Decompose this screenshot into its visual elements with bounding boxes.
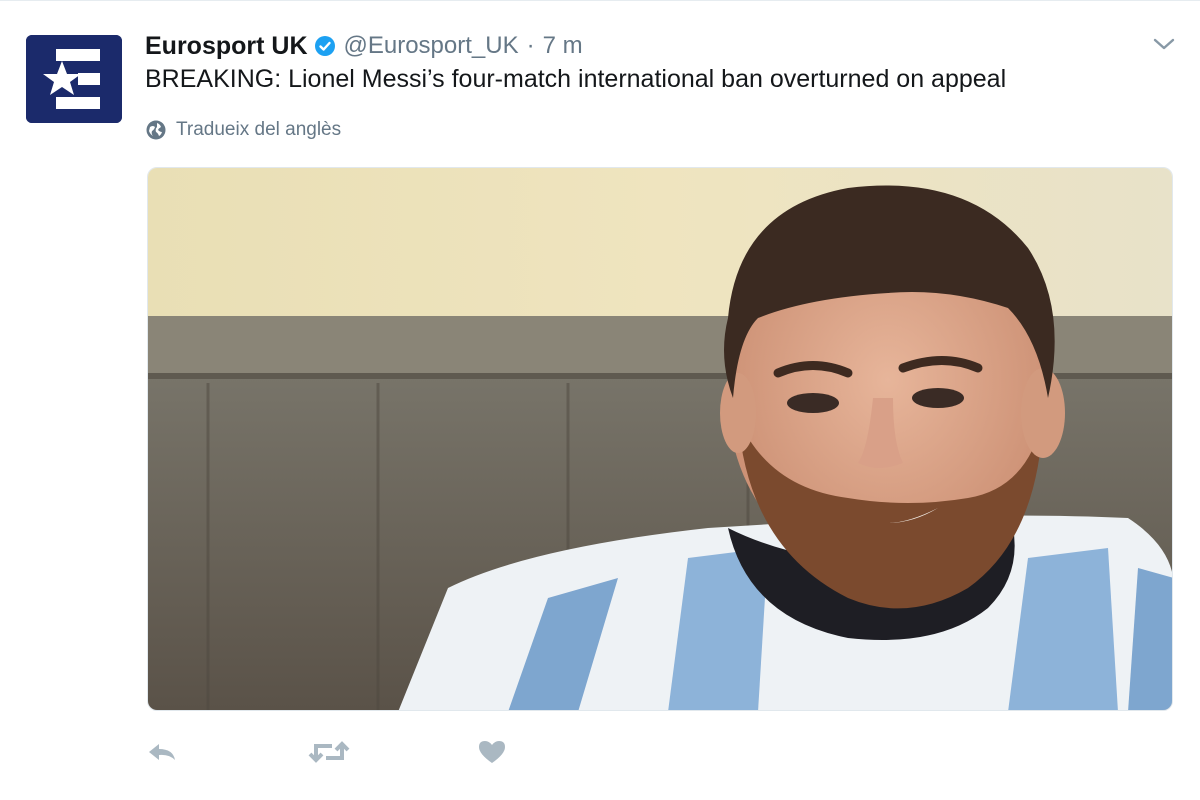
photo-illustration [148,168,1172,710]
globe-icon [145,119,167,141]
timestamp[interactable]: 7 m [543,32,583,60]
translate-link[interactable]: Tradueix del anglès [145,119,341,141]
eurosport-logo-icon [26,35,122,123]
handle[interactable]: @Eurosport_UK [344,32,519,60]
tweet-photo[interactable] [147,167,1173,711]
display-name[interactable]: Eurosport UK [145,32,308,61]
chevron-down-icon[interactable] [1151,34,1177,54]
retweet-icon[interactable] [308,737,350,767]
translate-label: Tradueix del anglès [176,119,342,140]
tweet-text: BREAKING: Lionel Messi’s four-match inte… [145,65,1007,93]
tweet-header: Eurosport UK @Eurosport_UK · 7 m [145,29,583,63]
reply-icon[interactable] [145,737,179,767]
avatar[interactable] [26,35,122,123]
separator: · [526,32,535,59]
tweet-card: Eurosport UK @Eurosport_UK · 7 m BREAKIN… [0,0,1200,800]
verified-badge-icon [314,35,336,57]
heart-icon[interactable] [477,737,507,767]
